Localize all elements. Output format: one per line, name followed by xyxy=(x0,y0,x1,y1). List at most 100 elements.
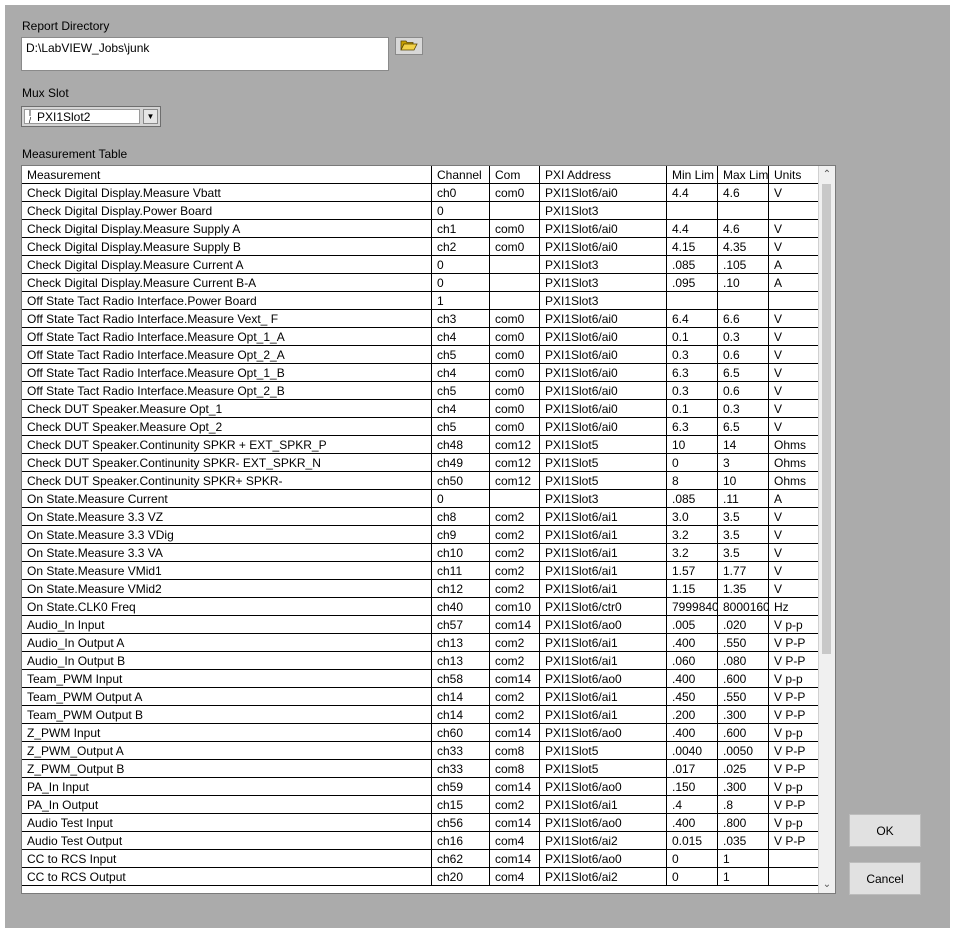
arrow-up-icon[interactable]: ⌃ xyxy=(819,166,835,183)
table-cell[interactable]: PXI1Slot5 xyxy=(540,436,667,454)
table-cell[interactable] xyxy=(490,292,540,310)
table-cell[interactable]: com4 xyxy=(490,832,540,850)
table-cell[interactable]: 10 xyxy=(718,472,769,490)
table-cell[interactable]: com8 xyxy=(490,760,540,778)
table-cell[interactable]: ch58 xyxy=(432,670,490,688)
table-row[interactable]: Audio Test Output ch16 com4 PXI1Slot6/ai2 0.… xyxy=(22,832,819,850)
table-cell[interactable]: com10 xyxy=(490,598,540,616)
browse-button[interactable] xyxy=(395,37,423,55)
ok-button[interactable]: OK xyxy=(849,814,921,847)
table-cell[interactable]: ch49 xyxy=(432,454,490,472)
table-row[interactable]: Audio_In Input ch57 com14 PXI1Slot6/ao0.005… xyxy=(22,616,819,634)
table-cell[interactable]: .300 xyxy=(718,778,769,796)
table-cell[interactable]: PA_In Input xyxy=(22,778,432,796)
table-cell[interactable]: 1.35 xyxy=(718,580,769,598)
table-row[interactable]: Check DUT Speaker.Measure Opt_2 ch5 com0 PX… xyxy=(22,418,819,436)
table-cell[interactable]: 1 xyxy=(718,868,769,886)
table-cell[interactable]: 3.5 xyxy=(718,544,769,562)
table-cell[interactable]: com0 xyxy=(490,346,540,364)
table-cell[interactable]: 3.5 xyxy=(718,508,769,526)
table-row[interactable]: Check DUT Speaker.Continunity SPKR- EXT_… xyxy=(22,454,819,472)
table-cell[interactable]: 0 xyxy=(432,490,490,508)
table-cell[interactable]: PXI1Slot6/ai1 xyxy=(540,652,667,670)
table-row[interactable]: Check Digital Display.Measure Supply Bch… xyxy=(22,238,819,256)
table-cell[interactable]: PXI1Slot5 xyxy=(540,742,667,760)
table-cell[interactable]: V p-p xyxy=(769,778,819,796)
table-cell[interactable] xyxy=(490,274,540,292)
table-cell[interactable]: ch4 xyxy=(432,400,490,418)
table-cell[interactable]: com0 xyxy=(490,220,540,238)
table-cell[interactable]: ch8 xyxy=(432,508,490,526)
table-cell[interactable]: .080 xyxy=(718,652,769,670)
table-row[interactable]: On State.Measure 3.3 VA ch10 com2 PXI1Slot6… xyxy=(22,544,819,562)
table-cell[interactable]: com12 xyxy=(490,454,540,472)
table-cell[interactable]: .060 xyxy=(667,652,718,670)
table-cell[interactable]: Team_PWM Output A xyxy=(22,688,432,706)
table-cell[interactable]: PXI1Slot6/ai0 xyxy=(540,220,667,238)
table-row[interactable]: CC to RCS Output ch20 com4 PXI1Slot6/ai2 0 1 xyxy=(22,868,819,886)
table-cell[interactable]: V xyxy=(769,418,819,436)
table-cell[interactable] xyxy=(667,292,718,310)
table-cell[interactable]: Check DUT Speaker.Measure Opt_1 xyxy=(22,400,432,418)
table-cell[interactable]: .550 xyxy=(718,688,769,706)
table-cell[interactable]: 10 xyxy=(667,436,718,454)
table-cell[interactable]: ch10 xyxy=(432,544,490,562)
table-cell[interactable]: V P-P xyxy=(769,742,819,760)
table-row[interactable]: Off State Tact Radio Interface.Measure O… xyxy=(22,346,819,364)
table-cell[interactable]: com12 xyxy=(490,472,540,490)
table-cell[interactable]: com0 xyxy=(490,238,540,256)
table-cell[interactable]: 3.0 xyxy=(667,508,718,526)
cancel-button[interactable]: Cancel xyxy=(849,862,921,895)
table-cell[interactable]: .600 xyxy=(718,724,769,742)
table-cell[interactable]: Team_PWM Input xyxy=(22,670,432,688)
table-cell[interactable]: Audio_In Input xyxy=(22,616,432,634)
table-cell[interactable]: V xyxy=(769,400,819,418)
table-cell[interactable]: 4.6 xyxy=(718,184,769,202)
table-cell[interactable]: Check Digital Display.Measure Supply B xyxy=(22,238,432,256)
table-cell[interactable]: PXI1Slot6/ao0 xyxy=(540,814,667,832)
table-cell[interactable]: 0 xyxy=(432,274,490,292)
table-cell[interactable]: ch0 xyxy=(432,184,490,202)
table-cell[interactable]: 0 xyxy=(667,850,718,868)
table-cell[interactable]: .400 xyxy=(667,814,718,832)
table-cell[interactable]: ch15 xyxy=(432,796,490,814)
table-cell[interactable]: PXI1Slot6/ai2 xyxy=(540,832,667,850)
table-cell[interactable]: 6.3 xyxy=(667,364,718,382)
table-row[interactable]: Team_PWM Output Ach14 com2 PXI1Slot6/ai1.4… xyxy=(22,688,819,706)
table-row[interactable]: Audio_In Output Bch13 com2 PXI1Slot6/ai1.0… xyxy=(22,652,819,670)
table-cell[interactable]: PXI1Slot6/ai1 xyxy=(540,634,667,652)
table-cell[interactable]: ch16 xyxy=(432,832,490,850)
table-cell[interactable]: 14 xyxy=(718,436,769,454)
table-cell[interactable]: 4.4 xyxy=(667,184,718,202)
table-cell[interactable]: Ohms xyxy=(769,454,819,472)
table-cell[interactable] xyxy=(769,868,819,886)
table-cell[interactable]: com14 xyxy=(490,616,540,634)
table-cell[interactable]: ch50 xyxy=(432,472,490,490)
table-cell[interactable]: PXI1Slot6/ai0 xyxy=(540,418,667,436)
table-cell[interactable]: .450 xyxy=(667,688,718,706)
table-cell[interactable]: com2 xyxy=(490,652,540,670)
table-cell[interactable]: PXI1Slot3 xyxy=(540,256,667,274)
table-cell[interactable]: V xyxy=(769,238,819,256)
table-cell[interactable]: .400 xyxy=(667,724,718,742)
table-cell[interactable]: PXI1Slot5 xyxy=(540,454,667,472)
table-cell[interactable] xyxy=(490,202,540,220)
table-cell[interactable]: 0 xyxy=(667,868,718,886)
table-cell[interactable]: V xyxy=(769,328,819,346)
table-cell[interactable]: Z_PWM_Output B xyxy=(22,760,432,778)
table-cell[interactable]: On State.CLK0 Freq xyxy=(22,598,432,616)
table-cell[interactable]: ch13 xyxy=(432,634,490,652)
table-cell[interactable]: ch9 xyxy=(432,526,490,544)
table-cell[interactable]: 8 xyxy=(667,472,718,490)
table-cell[interactable]: 6.4 xyxy=(667,310,718,328)
table-cell[interactable]: com14 xyxy=(490,724,540,742)
table-row[interactable]: Off State Tact Radio Interface.Measure O… xyxy=(22,328,819,346)
table-cell[interactable]: Off State Tact Radio Interface.Measure O… xyxy=(22,364,432,382)
table-cell[interactable]: ch40 xyxy=(432,598,490,616)
table-cell[interactable]: PXI1Slot6/ai1 xyxy=(540,562,667,580)
table-cell[interactable]: V P-P xyxy=(769,634,819,652)
table-cell[interactable]: Audio_In Output B xyxy=(22,652,432,670)
table-cell[interactable]: 6.3 xyxy=(667,418,718,436)
table-cell[interactable]: .400 xyxy=(667,670,718,688)
table-cell[interactable]: .095 xyxy=(667,274,718,292)
